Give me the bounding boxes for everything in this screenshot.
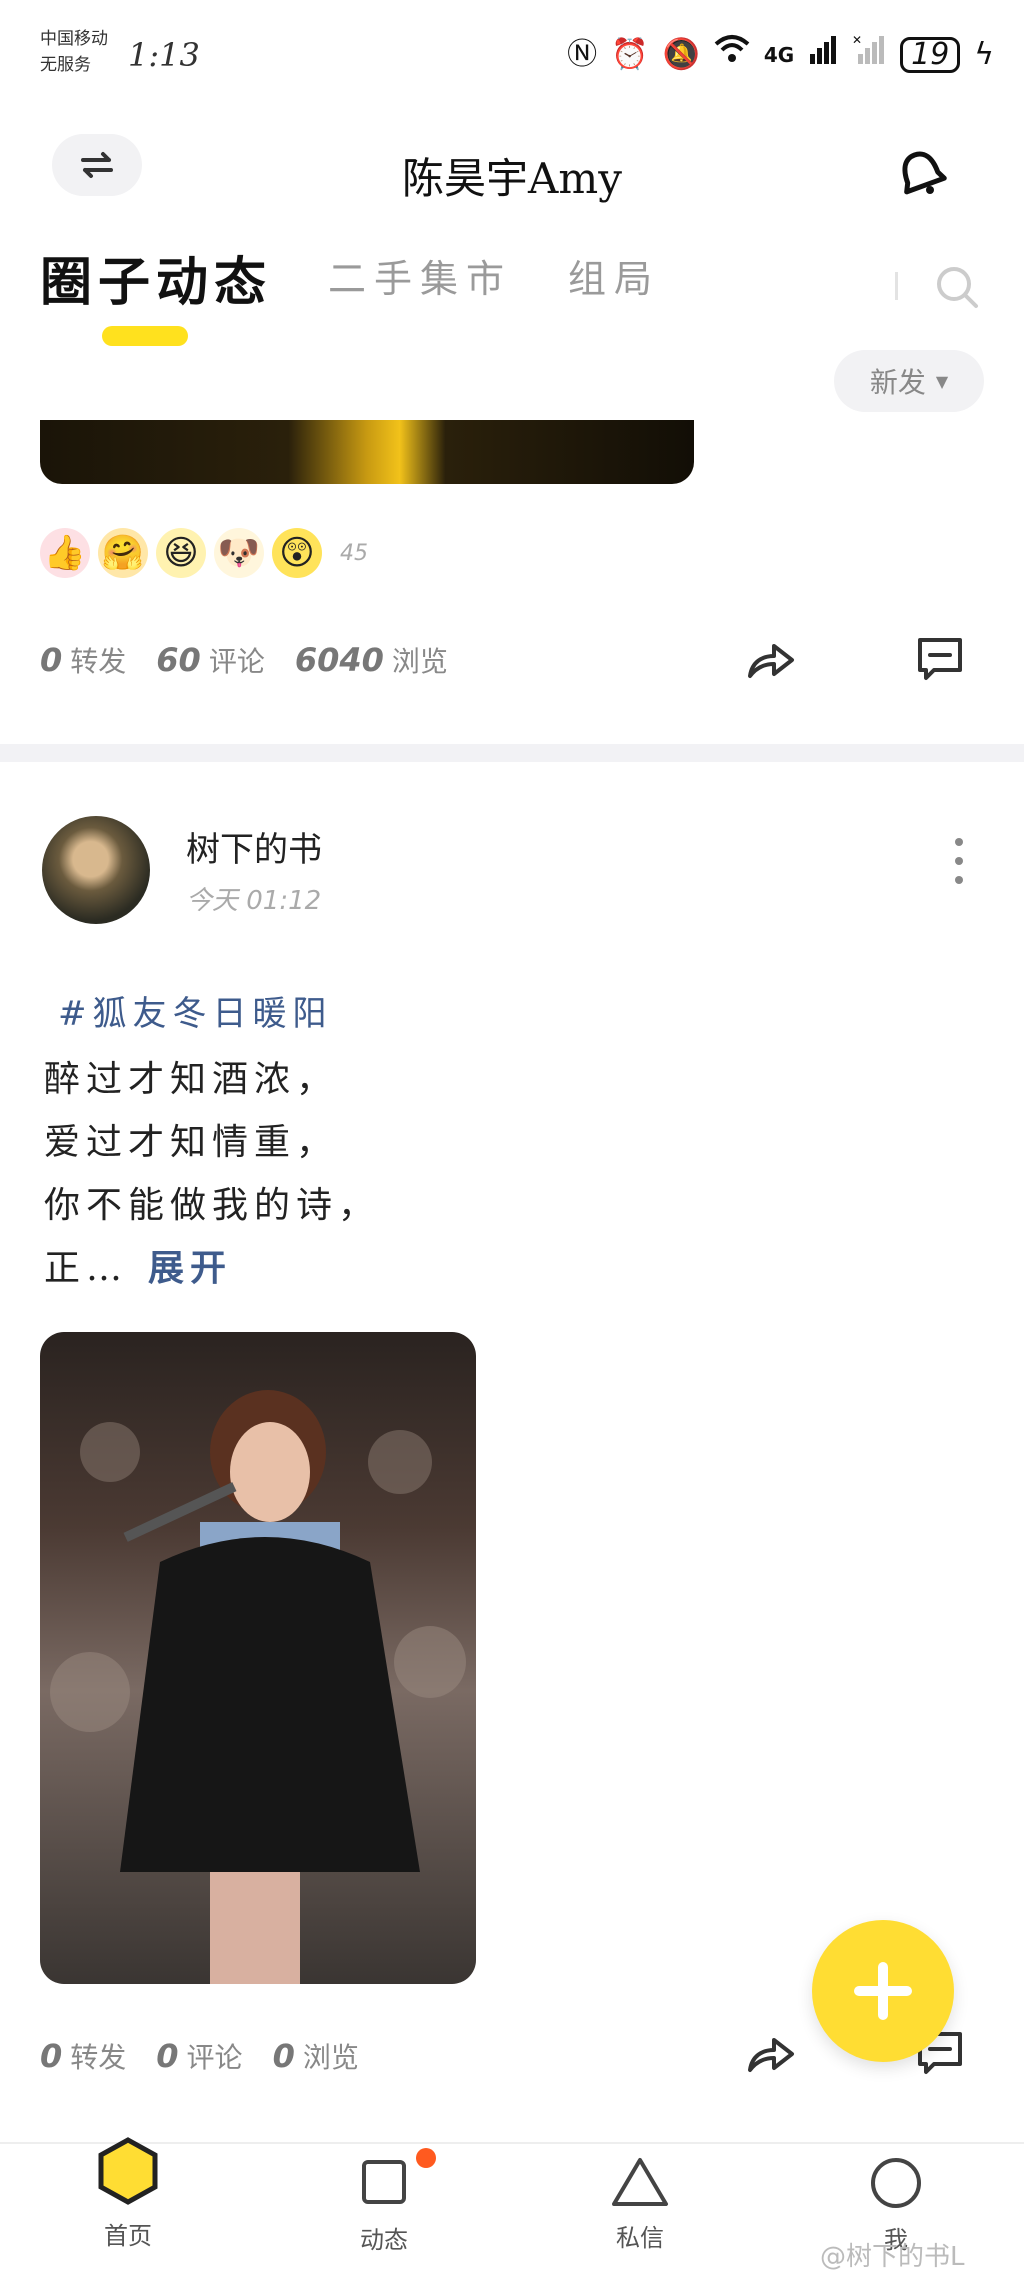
circle-icon xyxy=(871,2158,921,2208)
view-stat: 6040 浏览 xyxy=(294,641,448,679)
avatar[interactable] xyxy=(42,816,150,924)
tab-divider xyxy=(895,272,898,300)
repost-stat[interactable]: 0 转发 xyxy=(40,640,126,680)
comment-stat[interactable]: 60 评论 xyxy=(156,640,265,680)
watermark: @树下的书L xyxy=(820,2242,965,2272)
post-text-last-line: 正… 展开 xyxy=(44,1247,233,1289)
charging-icon: ϟ xyxy=(974,36,994,72)
hashtag-link[interactable]: #狐友冬日暖阳 xyxy=(58,986,333,1035)
sort-dropdown[interactable]: 新发 ▼ xyxy=(834,350,984,412)
status-icons: Ⓝ ⏰ 🔕 4G ✕ 19 ϟ xyxy=(567,33,994,75)
signal-none-icon: ✕ xyxy=(852,33,886,75)
post-divider xyxy=(0,744,1024,762)
share-icon xyxy=(748,644,794,678)
reaction-count: 45 xyxy=(340,540,368,566)
tab-circle-feed[interactable]: 圈子动态 xyxy=(40,240,272,315)
post-time: 今天 01:12 xyxy=(186,886,322,916)
singer-photo-illustration xyxy=(50,1390,466,1984)
sort-label: 新发 xyxy=(869,366,926,399)
nfc-icon: Ⓝ xyxy=(567,36,598,72)
status-bar: 中国移动 无服务 1:13 Ⓝ ⏰ 🔕 4G ✕ 19 ϟ xyxy=(0,0,1024,110)
page-title: 陈昊宇Amy xyxy=(402,154,622,203)
tab-group-activity[interactable]: 组局 xyxy=(568,248,660,303)
nav-messages[interactable]: 私信 xyxy=(540,2144,740,2278)
dot xyxy=(955,857,963,865)
nav-activity[interactable]: 动态 xyxy=(284,2144,484,2278)
thumbs-up-emoji-icon: 👍 xyxy=(40,528,90,578)
post-text-line: 你不能做我的诗， xyxy=(44,1185,381,1226)
hug-emoji-icon: 🤗 xyxy=(98,528,148,578)
triangle-icon xyxy=(612,2158,668,2206)
tab-second-hand-market[interactable]: 二手集市 xyxy=(328,248,512,303)
comment-stat[interactable]: 0 评论 xyxy=(156,2036,242,2076)
dot xyxy=(955,838,963,846)
author-name[interactable]: 树下的书 xyxy=(186,822,322,871)
comment-button[interactable] xyxy=(912,632,968,688)
search-icon xyxy=(937,267,978,308)
comment-icon xyxy=(918,638,962,680)
wifi-icon xyxy=(714,34,750,75)
bell-icon xyxy=(902,151,947,195)
surprised-emoji-icon: 😲 xyxy=(272,528,322,578)
share-icon xyxy=(748,2038,794,2072)
expand-link[interactable]: 展开 xyxy=(148,1247,232,1289)
post-photo[interactable] xyxy=(40,1332,476,1984)
signal-icon xyxy=(808,34,838,75)
post-text-line: 醉过才知酒浓， xyxy=(44,1059,339,1100)
repost-stat[interactable]: 0 转发 xyxy=(40,2036,126,2076)
notification-badge xyxy=(416,2148,436,2168)
active-tab-indicator xyxy=(102,326,188,346)
more-options-button[interactable] xyxy=(944,838,974,884)
status-time: 1:13 xyxy=(128,36,200,74)
nav-home[interactable]: 首页 xyxy=(28,2137,228,2278)
network-label: 4G xyxy=(763,42,795,67)
share-button[interactable] xyxy=(742,2026,798,2082)
carrier-info: 中国移动 无服务 xyxy=(40,29,108,75)
reaction-bar[interactable]: 👍 🤗 😆 🐶 😲 45 xyxy=(40,528,368,578)
doge-emoji-icon: 🐶 xyxy=(214,528,264,578)
mute-icon: 🔕 xyxy=(662,36,700,72)
home-hexagon-icon xyxy=(98,2137,158,2205)
plus-icon xyxy=(854,1962,912,2020)
laugh-emoji-icon: 😆 xyxy=(156,528,206,578)
post-image-cropped[interactable] xyxy=(40,420,694,484)
post-stats: 0 转发 60 评论 6040 浏览 xyxy=(40,640,448,680)
square-icon xyxy=(362,2160,406,2204)
post-text-line: 爱过才知情重， xyxy=(44,1122,339,1163)
post-stats: 0 转发 0 评论 0 浏览 xyxy=(40,2036,359,2076)
create-post-button[interactable] xyxy=(812,1920,954,2062)
search-button[interactable] xyxy=(932,262,982,312)
svg-text:✕: ✕ xyxy=(852,34,862,47)
notification-button[interactable] xyxy=(890,140,950,200)
battery-icon: 19 xyxy=(900,36,961,73)
share-button[interactable] xyxy=(742,632,798,688)
caret-down-icon: ▼ xyxy=(935,371,949,391)
dot xyxy=(955,876,963,884)
alarm-icon: ⏰ xyxy=(611,36,649,72)
view-stat: 0 浏览 xyxy=(272,2037,359,2075)
